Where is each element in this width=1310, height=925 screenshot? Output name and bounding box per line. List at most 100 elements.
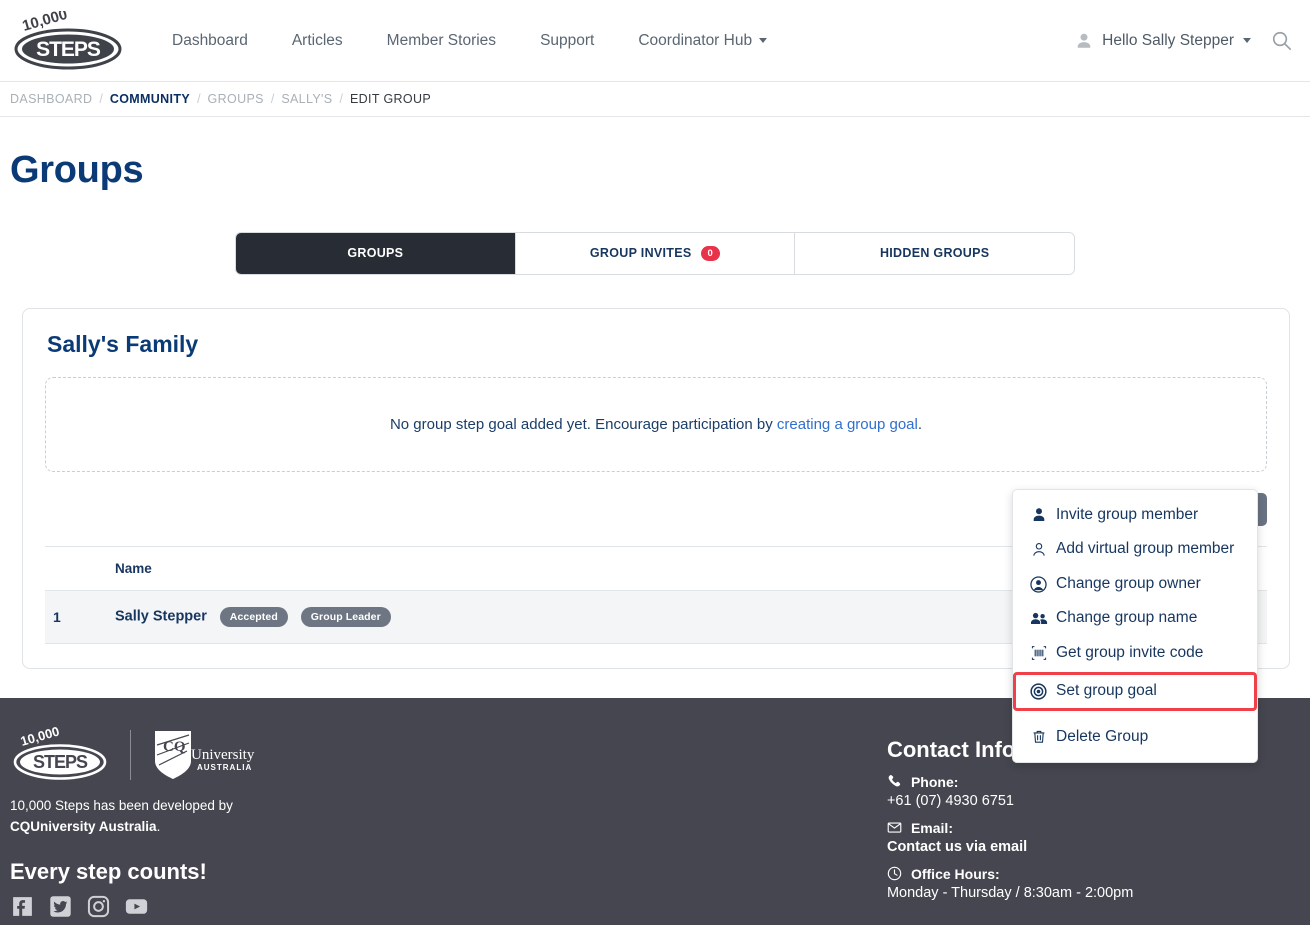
tab-hidden-groups[interactable]: HIDDEN GROUPS bbox=[795, 233, 1074, 274]
tab-group-invites-label: GROUP INVITES bbox=[590, 246, 692, 260]
footer-steps-logo: 10,000 STEPS bbox=[10, 727, 110, 783]
empty-goal-message: No group step goal added yet. Encourage … bbox=[390, 416, 777, 433]
menu-item-change-group-name[interactable]: Change group name bbox=[1013, 601, 1257, 635]
main-navigation: Dashboard Articles Member Stories Suppor… bbox=[172, 26, 811, 56]
menu-item-change-group-owner[interactable]: Change group owner bbox=[1013, 567, 1257, 601]
site-logo[interactable]: 10,000 STEPS bbox=[10, 10, 130, 72]
tab-group-invites[interactable]: GROUP INVITES 0 bbox=[516, 233, 796, 274]
nav-item-coordinator-hub[interactable]: Coordinator Hub bbox=[638, 26, 767, 56]
office-hours-label: Office Hours: bbox=[911, 866, 1000, 882]
cquniversity-logo: CQ University AUSTRALIA bbox=[151, 727, 271, 783]
footer-developed-period: . bbox=[157, 819, 161, 834]
email-label: Email: bbox=[911, 820, 953, 836]
people-icon bbox=[1029, 609, 1048, 628]
contact-email-row: Email: bbox=[887, 820, 1300, 836]
person-outline-icon bbox=[1029, 540, 1048, 559]
facebook-icon[interactable] bbox=[10, 894, 35, 919]
footer-logos: 10,000 STEPS CQ University AUSTRALIA bbox=[10, 724, 437, 786]
chevron-down-icon bbox=[759, 38, 767, 43]
empty-goal-period: . bbox=[918, 416, 922, 433]
svg-text:STEPS: STEPS bbox=[36, 38, 101, 61]
footer-social-links bbox=[10, 894, 437, 919]
menu-item-label: Add virtual group member bbox=[1056, 538, 1234, 560]
menu-item-delete-group[interactable]: Delete Group bbox=[1013, 720, 1257, 754]
footer-tagline: Every step counts! bbox=[10, 859, 437, 885]
nav-item-dashboard[interactable]: Dashboard bbox=[172, 26, 248, 56]
member-row-number: 1 bbox=[45, 590, 107, 643]
footer-left-column: 10,000 STEPS CQ University AUSTRALIA 10,… bbox=[10, 724, 437, 925]
breadcrumb: DASHBOARD / COMMUNITY / GROUPS / SALLY'S… bbox=[0, 82, 1310, 117]
user-avatar-icon bbox=[1075, 32, 1093, 50]
envelope-icon bbox=[887, 820, 903, 836]
svg-text:AUSTRALIA: AUSTRALIA bbox=[197, 763, 252, 772]
contact-phone-row: Phone: bbox=[887, 774, 1300, 790]
search-icon[interactable] bbox=[1271, 30, 1292, 51]
menu-item-label: Set group goal bbox=[1056, 680, 1157, 702]
tab-groups-label: GROUPS bbox=[347, 246, 403, 260]
group-actions-dropdown: Invite group member Add virtual group me… bbox=[1012, 489, 1258, 763]
breadcrumb-item-groups[interactable]: GROUPS bbox=[208, 92, 264, 106]
person-filled-icon bbox=[1029, 506, 1048, 525]
menu-item-add-virtual-group-member[interactable]: Add virtual group member bbox=[1013, 532, 1257, 566]
footer-developed-line1: 10,000 Steps has been developed by bbox=[10, 796, 437, 817]
column-header-number bbox=[45, 546, 107, 590]
footer-developed-by: 10,000 Steps has been developed by CQUni… bbox=[10, 796, 437, 838]
chevron-down-icon bbox=[1243, 38, 1251, 43]
breadcrumb-item-sallys[interactable]: SALLY'S bbox=[281, 92, 332, 106]
breadcrumb-item-community[interactable]: COMMUNITY bbox=[110, 92, 190, 106]
group-tabs: GROUPS GROUP INVITES 0 HIDDEN GROUPS bbox=[235, 232, 1075, 275]
status-badge-accepted: Accepted bbox=[220, 607, 288, 627]
empty-goal-panel: No group step goal added yet. Encourage … bbox=[45, 377, 1267, 472]
site-header: 10,000 STEPS Dashboard Articles Member S… bbox=[0, 0, 1310, 82]
trash-icon bbox=[1029, 728, 1048, 747]
empty-goal-text: No group step goal added yet. Encourage … bbox=[390, 416, 922, 433]
menu-item-label: Invite group member bbox=[1056, 504, 1198, 526]
menu-item-label: Change group owner bbox=[1056, 573, 1201, 595]
breadcrumb-separator: / bbox=[99, 92, 102, 106]
group-name-heading: Sally's Family bbox=[47, 331, 1267, 358]
menu-item-label: Get group invite code bbox=[1056, 642, 1203, 664]
header-right-area: Hello Sally Stepper bbox=[1075, 30, 1296, 51]
clock-icon bbox=[887, 866, 903, 882]
breadcrumb-separator: / bbox=[271, 92, 274, 106]
create-group-goal-link[interactable]: creating a group goal bbox=[777, 416, 918, 433]
nav-item-articles[interactable]: Articles bbox=[292, 26, 343, 56]
nav-item-support[interactable]: Support bbox=[540, 26, 594, 56]
twitter-icon[interactable] bbox=[48, 894, 73, 919]
menu-item-get-group-invite-code[interactable]: Get group invite code bbox=[1013, 636, 1257, 670]
breadcrumb-separator: / bbox=[339, 92, 342, 106]
tab-hidden-groups-label: HIDDEN GROUPS bbox=[880, 246, 989, 260]
phone-value: +61 (07) 4930 6751 bbox=[887, 793, 1300, 809]
menu-item-set-group-goal[interactable]: Set group goal bbox=[1013, 672, 1257, 710]
breadcrumb-item-edit-group: EDIT GROUP bbox=[350, 92, 431, 106]
phone-icon bbox=[887, 774, 903, 790]
email-value[interactable]: Contact us via email bbox=[887, 839, 1300, 855]
instagram-icon[interactable] bbox=[86, 894, 111, 919]
breadcrumb-separator: / bbox=[197, 92, 200, 106]
svg-text:University: University bbox=[191, 747, 255, 763]
person-circle-icon bbox=[1029, 575, 1048, 594]
menu-item-label: Change group name bbox=[1056, 607, 1197, 629]
breadcrumb-item-dashboard[interactable]: DASHBOARD bbox=[10, 92, 92, 106]
nav-item-coordinator-hub-label: Coordinator Hub bbox=[638, 32, 752, 50]
phone-label: Phone: bbox=[911, 774, 958, 790]
nav-item-member-stories[interactable]: Member Stories bbox=[387, 26, 496, 56]
status-badge-group-leader: Group Leader bbox=[301, 607, 391, 627]
user-menu[interactable]: Hello Sally Stepper bbox=[1075, 32, 1251, 50]
contact-hours-row: Office Hours: bbox=[887, 866, 1300, 882]
youtube-icon[interactable] bbox=[124, 894, 149, 919]
menu-item-invite-group-member[interactable]: Invite group member bbox=[1013, 498, 1257, 532]
page-title: Groups bbox=[10, 149, 1300, 192]
menu-item-label: Delete Group bbox=[1056, 726, 1148, 748]
user-greeting: Hello Sally Stepper bbox=[1102, 32, 1234, 50]
svg-text:CQ: CQ bbox=[163, 739, 186, 755]
footer-logo-divider bbox=[130, 730, 131, 780]
svg-text:STEPS: STEPS bbox=[33, 752, 88, 772]
tab-groups[interactable]: GROUPS bbox=[236, 233, 516, 274]
member-name: Sally Stepper bbox=[115, 608, 207, 624]
barcode-icon bbox=[1029, 644, 1048, 663]
menu-spacer bbox=[1013, 713, 1257, 720]
office-hours-value: Monday - Thursday / 8:30am - 2:00pm bbox=[887, 885, 1300, 901]
footer-developed-org: CQUniversity Australia bbox=[10, 819, 157, 834]
bullseye-icon bbox=[1029, 682, 1048, 701]
